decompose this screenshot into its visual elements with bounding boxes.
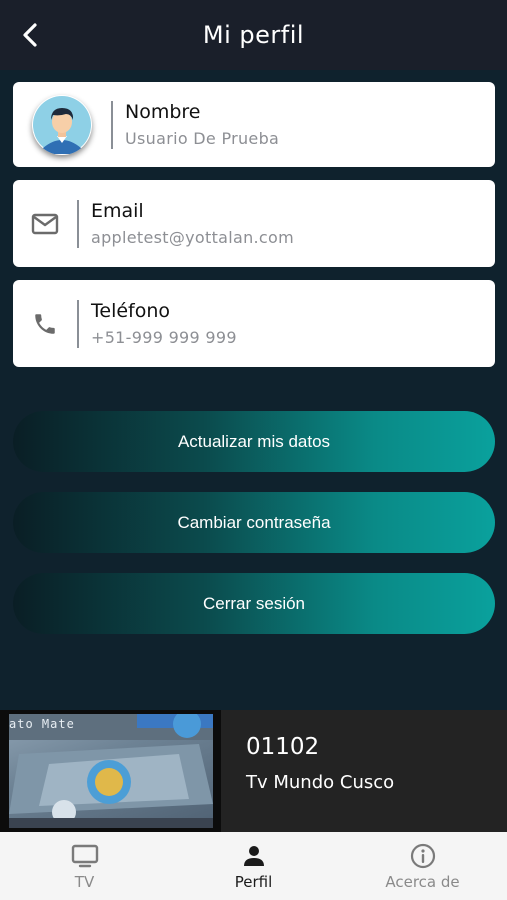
change-password-button[interactable]: Cambiar contraseña [13,492,495,553]
chevron-left-icon [23,23,37,47]
email-value: appletest@yottalan.com [91,228,294,247]
top-app-bar: Mi perfil [0,0,507,70]
info-icon [410,843,435,868]
bottom-navigation: TV Perfil Acerca de [0,832,507,900]
nav-item-tv[interactable]: TV [0,832,169,900]
nav-label-perfil: Perfil [234,872,273,891]
email-label: Email [91,200,144,222]
email-icon-container [13,180,77,267]
email-card: Email appletest@yottalan.com [13,180,495,267]
name-value: Usuario De Prueba [125,129,280,148]
phone-text: Teléfono +51-999 999 999 [79,300,237,347]
phone-icon-container [13,280,77,367]
mail-icon [31,213,59,234]
person-icon [243,845,264,866]
nav-label-acerca: Acerca de [385,872,460,891]
avatar-container [13,82,111,167]
profile-screen: Mi perfil Nombre Usuario De Prueba Email… [0,0,507,900]
now-playing-bar[interactable]: ato Mate 01102 Tv Mundo Cusco [0,710,507,832]
user-avatar-icon [33,95,91,154]
phone-card: Teléfono +51-999 999 999 [13,280,495,367]
video-thumbnail[interactable]: ato Mate [0,710,221,832]
phone-icon [35,313,55,334]
back-button[interactable] [14,18,48,52]
nav-label-tv: TV [74,872,95,891]
thumbnail-caption: ato Mate [9,717,75,731]
name-card: Nombre Usuario De Prueba [13,82,495,167]
logout-button[interactable]: Cerrar sesión [13,573,495,634]
avatar [32,94,92,155]
page-title: Mi perfil [202,21,305,49]
thumbnail-scene [9,714,213,828]
tv-icon [71,844,98,867]
thumbnail-image: ato Mate [9,714,213,828]
channel-number: 01102 [246,734,320,760]
phone-label: Teléfono [91,300,171,322]
now-playing-info: 01102 Tv Mundo Cusco [221,710,394,832]
name-text: Nombre Usuario De Prueba [113,101,279,148]
email-text: Email appletest@yottalan.com [79,200,294,247]
phone-value: +51-999 999 999 [91,328,237,347]
nav-item-perfil[interactable]: Perfil [169,832,338,900]
update-data-button[interactable]: Actualizar mis datos [13,411,495,472]
channel-name: Tv Mundo Cusco [246,772,395,793]
nav-item-acerca[interactable]: Acerca de [338,832,507,900]
name-label: Nombre [125,101,201,123]
